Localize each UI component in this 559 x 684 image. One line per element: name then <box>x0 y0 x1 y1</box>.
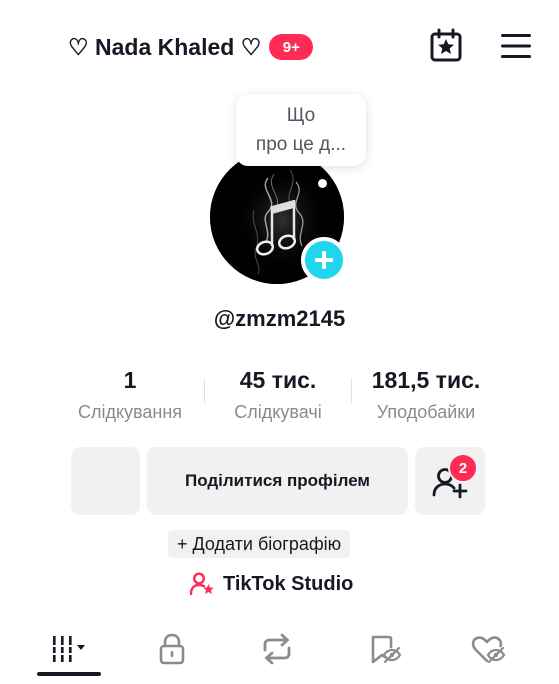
stat-followers[interactable]: 45 тис. Слідкувачі <box>218 364 338 423</box>
stat-label: Слідкування <box>77 402 183 422</box>
profile-name-title[interactable]: ♡ Nada Khaled ♡ <box>68 34 261 61</box>
tab-private[interactable] <box>142 626 202 672</box>
status-bubble-text: Що про це д... <box>255 105 347 155</box>
calendar-star-icon[interactable] <box>426 26 466 66</box>
add-photo-button[interactable] <box>301 237 347 283</box>
studio-link-label: TikTok Studio <box>223 572 354 595</box>
active-tab-indicator <box>37 672 101 676</box>
add-friends-button[interactable] <box>415 447 485 515</box>
tab-favorites[interactable] <box>354 626 414 672</box>
liked-hidden-icon <box>471 636 506 664</box>
status-bubble[interactable]: Що про це д... <box>236 94 366 166</box>
hamburger-menu-icon[interactable] <box>496 28 536 64</box>
stat-divider <box>351 378 352 404</box>
share-profile-label: Поділитися профілем <box>184 471 371 490</box>
stat-label: Уподобайки <box>376 402 476 422</box>
stat-value: 1 <box>123 367 137 393</box>
plus-icon <box>315 251 333 269</box>
bubble-tail-dot <box>318 179 327 188</box>
favorites-hidden-icon <box>371 635 401 664</box>
tab-liked[interactable] <box>458 626 518 672</box>
tab-videos[interactable] <box>40 626 100 672</box>
profile-header: ♡ Nada Khaled ♡ 9+ <box>0 0 559 90</box>
tiktok-studio-link[interactable]: TikTok Studio <box>189 569 353 599</box>
studio-person-star-icon <box>189 572 214 596</box>
edit-profile-button[interactable] <box>71 447 140 515</box>
stat-label: Слідкувачі <box>234 402 322 422</box>
stat-value: 45 тис. <box>239 367 317 393</box>
videos-grid-icon <box>53 636 85 662</box>
share-profile-button[interactable]: Поділитися профілем <box>147 447 408 515</box>
stat-divider <box>204 378 205 404</box>
tab-reposts[interactable] <box>247 626 307 672</box>
stat-likes[interactable]: 181,5 тис. Уподобайки <box>358 364 494 423</box>
notification-badge: 9+ <box>269 34 314 60</box>
repost-icon <box>263 633 291 665</box>
title-group[interactable]: ♡ Nada Khaled ♡ 9+ <box>68 30 314 64</box>
stat-value: 181,5 тис. <box>371 367 481 393</box>
friend-requests-badge: 2 <box>448 453 478 483</box>
username: @zmzm2145 <box>213 306 346 331</box>
add-bio-button[interactable]: + Додати біографію <box>168 530 351 558</box>
stat-following[interactable]: 1 Слідкування <box>60 364 200 423</box>
lock-icon <box>159 633 185 665</box>
